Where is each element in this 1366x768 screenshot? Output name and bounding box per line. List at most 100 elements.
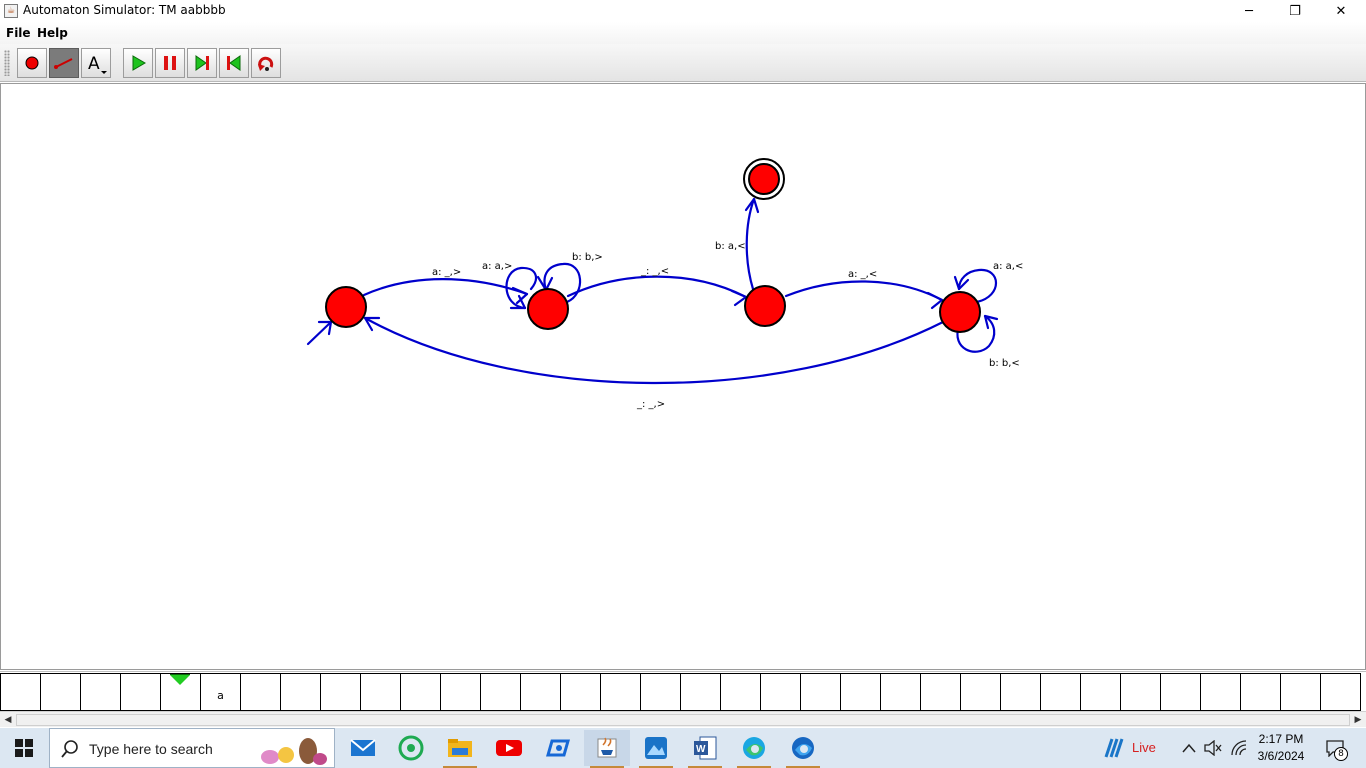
state-q3 [939, 291, 981, 333]
chevron-up-icon[interactable] [1182, 743, 1196, 753]
automaton-canvas[interactable]: a: _,> a: a,> b: b,> _: _,< b: a,< a: _,… [0, 83, 1366, 670]
step-forward-button[interactable] [187, 48, 217, 78]
whatsapp-app-button[interactable] [388, 730, 434, 766]
tape-cell[interactable] [720, 673, 761, 711]
svg-text:A: A [88, 54, 100, 74]
reset-button[interactable] [251, 48, 281, 78]
state-q4-accept [748, 163, 780, 195]
youtube-app-button[interactable] [486, 730, 532, 766]
tape-cell[interactable] [280, 673, 321, 711]
tape-cell[interactable] [840, 673, 881, 711]
tape-cell[interactable] [640, 673, 681, 711]
tape-cell[interactable] [1080, 673, 1121, 711]
step-back-button[interactable] [219, 48, 249, 78]
step-back-icon [227, 55, 241, 71]
wifi-icon[interactable] [1230, 740, 1248, 756]
java-app-icon: ☕ [4, 4, 18, 18]
menu-file[interactable]: File [6, 26, 31, 40]
word-app-icon: W [694, 736, 717, 760]
text-tool-icon: A [88, 54, 107, 74]
pause-button[interactable] [155, 48, 185, 78]
edge-q3-q0 [363, 316, 945, 385]
mail-app-button[interactable] [340, 730, 386, 766]
edge-q0-q1 [362, 278, 529, 297]
system-clock[interactable]: 2:17 PM 3/6/2024 [1252, 731, 1310, 765]
clock-date: 3/6/2024 [1257, 749, 1305, 763]
tape-cell[interactable] [1000, 673, 1041, 711]
edge-beta-app-button[interactable] [780, 730, 826, 768]
state-q0 [325, 286, 367, 328]
photos-app-button[interactable] [633, 730, 679, 768]
edge-label-q1-loop-a: a: a,> [482, 261, 512, 272]
tape[interactable]: a [0, 671, 1366, 711]
tape-cell[interactable] [40, 673, 81, 711]
maximize-button[interactable]: ❐ [1272, 0, 1318, 22]
tape-cell[interactable] [400, 673, 441, 711]
tape-cell[interactable] [480, 673, 521, 711]
edge-label-q3-loop-a: a: a,< [993, 261, 1023, 272]
horizontal-scrollbar[interactable]: ◀ ▶ [0, 711, 1366, 727]
tape-cell[interactable] [1280, 673, 1321, 711]
volume-muted-icon[interactable] [1204, 740, 1222, 756]
close-button[interactable]: ✕ [1318, 0, 1364, 22]
meet-app-button[interactable] [535, 730, 581, 766]
cricket-live-icon[interactable] [1102, 737, 1126, 759]
start-button[interactable] [0, 728, 48, 768]
tape-cell[interactable] [320, 673, 361, 711]
state-tool-button[interactable] [17, 48, 47, 78]
tape-cell[interactable]: a [200, 673, 241, 711]
search-icon [61, 740, 78, 758]
live-status[interactable]: Live [1132, 740, 1156, 755]
tape-cell[interactable] [920, 673, 961, 711]
java-app-button[interactable] [584, 730, 630, 768]
tape-cell[interactable] [1200, 673, 1241, 711]
edge-label-q0-q1: a: _,> [432, 267, 461, 278]
edge-label-q3-q0: _: _,> [636, 399, 665, 410]
play-button[interactable] [123, 48, 153, 78]
taskbar-search-box[interactable]: Type here to search [49, 728, 335, 768]
tape-cell[interactable] [1040, 673, 1081, 711]
menu-help[interactable]: Help [37, 26, 68, 40]
text-tool-button[interactable]: A [81, 48, 111, 78]
transition-tool-button[interactable] [49, 48, 79, 78]
tape-cell[interactable] [240, 673, 281, 711]
tape-cell[interactable] [80, 673, 121, 711]
tape-cell[interactable] [560, 673, 601, 711]
java-app-icon [597, 737, 617, 758]
tape-cell[interactable] [440, 673, 481, 711]
tape-cell[interactable] [0, 673, 41, 711]
tape-cell[interactable] [880, 673, 921, 711]
word-app-button[interactable]: W [682, 730, 728, 768]
tape-cell[interactable] [800, 673, 841, 711]
pause-icon [164, 56, 176, 70]
search-placeholder: Type here to search [89, 741, 213, 757]
edge-label-q1-q2: _: _,< [640, 266, 669, 277]
tape-cell[interactable] [1320, 673, 1361, 711]
scroll-left-arrow[interactable]: ◀ [0, 713, 16, 727]
tape-cell[interactable] [520, 673, 561, 711]
tape-cell[interactable] [960, 673, 1001, 711]
whatsapp-app-icon [398, 735, 424, 761]
tape-head-marker [170, 674, 190, 685]
toolbar: A [0, 44, 1366, 82]
photos-app-icon [645, 737, 667, 759]
tape-cell[interactable] [120, 673, 161, 711]
scroll-thumb[interactable] [16, 714, 1350, 726]
scroll-right-arrow[interactable]: ▶ [1350, 713, 1366, 727]
edge-label-q1-loop-b: b: b,> [572, 252, 603, 263]
edge-label-q2-q3: a: _,< [848, 269, 877, 280]
edge-app-button[interactable] [731, 730, 777, 768]
tape-cell[interactable] [760, 673, 801, 711]
start-arrow [306, 320, 333, 346]
minimize-button[interactable]: ─ [1226, 0, 1272, 22]
file-explorer-app-button[interactable] [437, 730, 483, 768]
tape-cell[interactable] [360, 673, 401, 711]
toolbar-grip[interactable] [4, 50, 10, 76]
tape-cell[interactable] [1160, 673, 1201, 711]
tape-cell[interactable] [1120, 673, 1161, 711]
tape-cell[interactable] [600, 673, 641, 711]
svg-text:W: W [696, 744, 706, 755]
notification-count-badge: 8 [1334, 747, 1348, 761]
tape-cell[interactable] [680, 673, 721, 711]
tape-cell[interactable] [1240, 673, 1281, 711]
